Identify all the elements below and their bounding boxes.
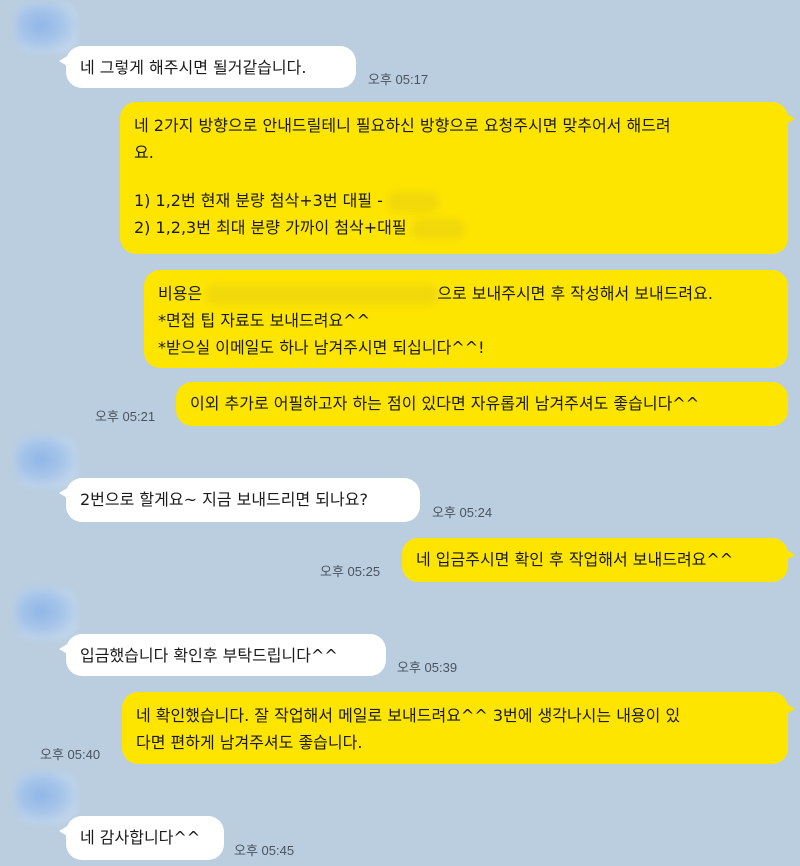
message-timestamp: 오후 05:24 (432, 505, 493, 520)
message-line: 2) 1,2,3번 최대 분량 가까이 첨삭+대필 (134, 214, 774, 241)
message-text: 네 입금주시면 확인 후 작업해서 보내드려요^^ (416, 550, 734, 569)
message-timestamp: 오후 05:21 (95, 409, 156, 424)
message-text: 네 감사합니다^^ (80, 828, 201, 847)
incoming-message-bubble[interactable]: 네 그렇게 해주시면 될거같습니다. (59, 46, 356, 88)
message-text: 2번으로 할게요~ 지금 보내드리면 되나요? (80, 490, 368, 509)
message-timestamp: 오후 05:45 (234, 843, 295, 858)
outgoing-message-bubble[interactable]: 네 확인했습니다. 잘 작업해서 메일로 보내드려요^^ 3번에 생각나시는 내… (122, 692, 795, 764)
redacted-text (411, 218, 464, 239)
message-text: 이외 추가로 어필하고자 하는 점이 있다면 자유롭게 남겨주셔도 좋습니다^^ (190, 394, 700, 413)
message-line: 네 2가지 방향으로 안내드릴테니 필요하신 방향으로 요청주시면 맞추어서 해… (134, 116, 671, 135)
redacted-text (207, 284, 438, 305)
message-timestamp: 오후 05:17 (368, 72, 429, 87)
message-line: 다면 편하게 남겨주셔도 좋습니다. (136, 733, 363, 752)
redacted-text (388, 191, 439, 212)
message-text: 네 그렇게 해주시면 될거같습니다. (80, 58, 307, 77)
message-line: 네 확인했습니다. 잘 작업해서 메일로 보내드려요^^ 3번에 생각나시는 내… (136, 706, 681, 725)
incoming-message-bubble[interactable]: 입금했습니다 확인후 부탁드립니다^^ (59, 634, 386, 676)
sender-avatar[interactable] (16, 2, 78, 54)
message-line: 1) 1,2번 현재 분량 첨삭+3번 대필 - (134, 187, 774, 214)
incoming-message-bubble[interactable]: 2번으로 할게요~ 지금 보내드리면 되나요? (59, 478, 420, 522)
message-timestamp: 오후 05:40 (40, 747, 101, 762)
sender-avatar[interactable] (16, 436, 78, 488)
message-line: 비용은 으로 보내주시면 후 작성해서 보내드려요. (158, 284, 713, 305)
outgoing-message-bubble[interactable]: 네 입금주시면 확인 후 작업해서 보내드려요^^ (402, 538, 795, 582)
message-timestamp: 오후 05:39 (397, 660, 458, 675)
outgoing-message-bubble[interactable]: 네 2가지 방향으로 안내드릴테니 필요하신 방향으로 요청주시면 맞추어서 해… (120, 102, 795, 254)
outgoing-message-bubble[interactable]: 비용은 으로 보내주시면 후 작성해서 보내드려요. *면접 팁 자료도 보내드… (144, 270, 788, 368)
message-line: *받으실 이메일도 하나 남겨주시면 되십니다^^! (158, 338, 485, 357)
outgoing-message-bubble[interactable]: 이외 추가로 어필하고자 하는 점이 있다면 자유롭게 남겨주셔도 좋습니다^^ (176, 382, 788, 426)
message-line: *면접 팁 자료도 보내드려요^^ (158, 311, 370, 330)
incoming-message-bubble[interactable]: 네 감사합니다^^ (59, 816, 224, 860)
sender-avatar[interactable] (16, 772, 78, 824)
message-line: 요. (134, 143, 154, 162)
sender-avatar[interactable] (16, 588, 78, 640)
message-timestamp: 오후 05:25 (320, 564, 381, 579)
message-text: 입금했습니다 확인후 부탁드립니다^^ (80, 646, 338, 665)
